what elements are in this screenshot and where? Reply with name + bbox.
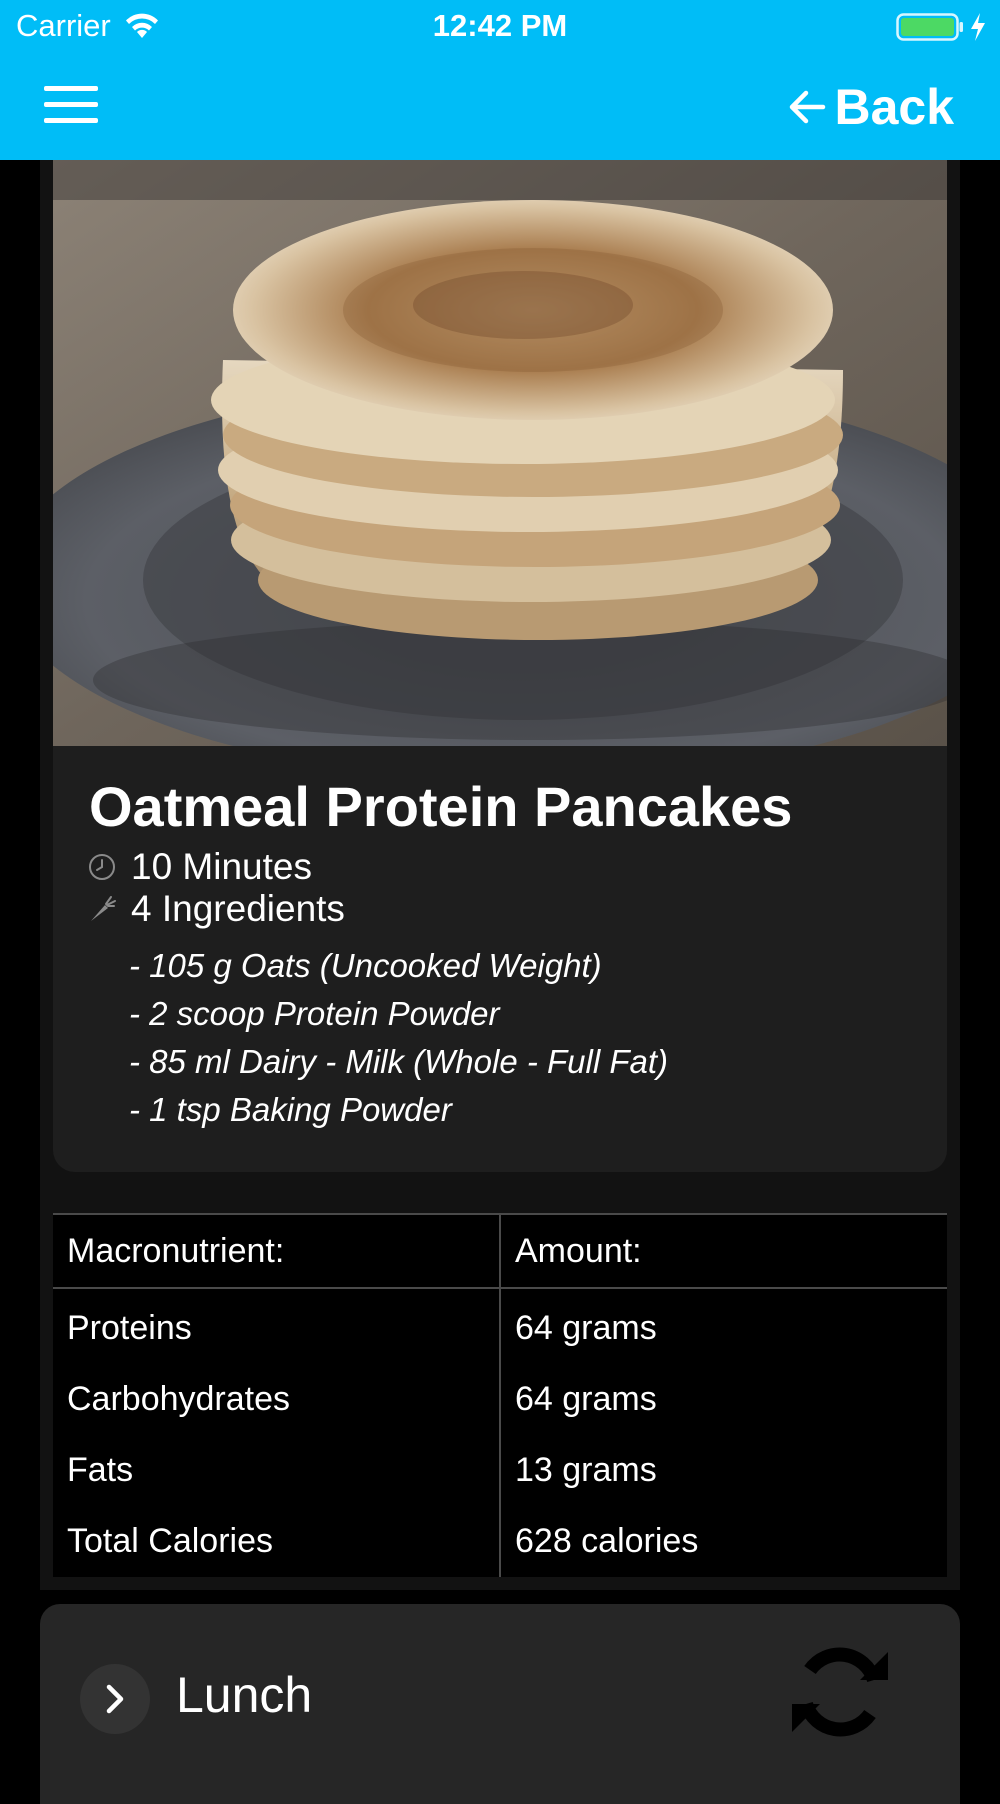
back-label: Back	[834, 79, 954, 135]
back-button[interactable]: Back	[788, 72, 954, 142]
column-header-amount: Amount:	[515, 1231, 642, 1270]
macro-name: Total Calories	[53, 1506, 501, 1577]
table-row: Carbohydrates 64 grams	[53, 1364, 947, 1435]
navigation-bar: Back	[0, 54, 1000, 160]
status-time: 12:42 PM	[432, 8, 568, 43]
hamburger-icon[interactable]	[44, 86, 98, 130]
status-bar: Carrier 12:42 PM	[0, 0, 1000, 54]
ingredients-list: - 105 g Oats (Uncooked Weight) - 2 scoop…	[129, 942, 668, 1134]
ingredient-item: - 105 g Oats (Uncooked Weight)	[129, 947, 602, 984]
macro-amount: 628 calories	[515, 1522, 699, 1560]
column-header-macronutrient: Macronutrient:	[53, 1214, 501, 1288]
macro-name: Carbohydrates	[53, 1364, 501, 1435]
refresh-icon[interactable]	[788, 1640, 892, 1744]
table-header-row: Macronutrient: Amount:	[53, 1214, 947, 1288]
ingredient-count-label: 4 Ingredients	[131, 888, 345, 929]
clock-icon	[89, 854, 115, 880]
table-row: Proteins 64 grams	[53, 1288, 947, 1364]
prep-time-label: 10 Minutes	[131, 846, 312, 887]
recipe-image	[53, 160, 947, 746]
macronutrient-table: Macronutrient: Amount: Proteins 64 grams…	[53, 1213, 947, 1577]
battery-icon	[896, 13, 963, 41]
expand-toggle[interactable]	[80, 1664, 150, 1734]
ingredient-item: - 1 tsp Baking Powder	[129, 1091, 452, 1128]
table-row: Total Calories 628 calories	[53, 1506, 947, 1577]
charging-bolt-icon	[971, 13, 985, 41]
recipe-card: Oatmeal Protein Pancakes 10 Minutes 4 In…	[53, 160, 947, 1172]
battery-indicator	[896, 12, 988, 42]
macro-name: Fats	[53, 1435, 501, 1506]
ingredient-item: - 2 scoop Protein Powder	[129, 995, 500, 1032]
back-arrow-icon	[790, 90, 826, 124]
meal-card-lunch: Lunch	[40, 1604, 960, 1804]
recipe-title: Oatmeal Protein Pancakes	[89, 775, 793, 838]
macro-amount: 64 grams	[515, 1380, 657, 1418]
chevron-right-icon	[106, 1684, 124, 1714]
ingredient-count: 4 Ingredients	[87, 888, 345, 930]
macro-amount: 64 grams	[515, 1309, 657, 1347]
table-row: Fats 13 grams	[53, 1435, 947, 1506]
top-bar: Carrier 12:42 PM Back	[0, 0, 1000, 160]
ingredient-item: - 85 ml Dairy - Milk (Whole - Full Fat)	[129, 1043, 669, 1080]
carrot-icon	[91, 896, 116, 921]
meal-title[interactable]: Lunch	[176, 1666, 312, 1724]
macro-amount: 13 grams	[515, 1451, 657, 1489]
macro-name: Proteins	[53, 1288, 501, 1364]
prep-time: 10 Minutes	[87, 846, 312, 888]
